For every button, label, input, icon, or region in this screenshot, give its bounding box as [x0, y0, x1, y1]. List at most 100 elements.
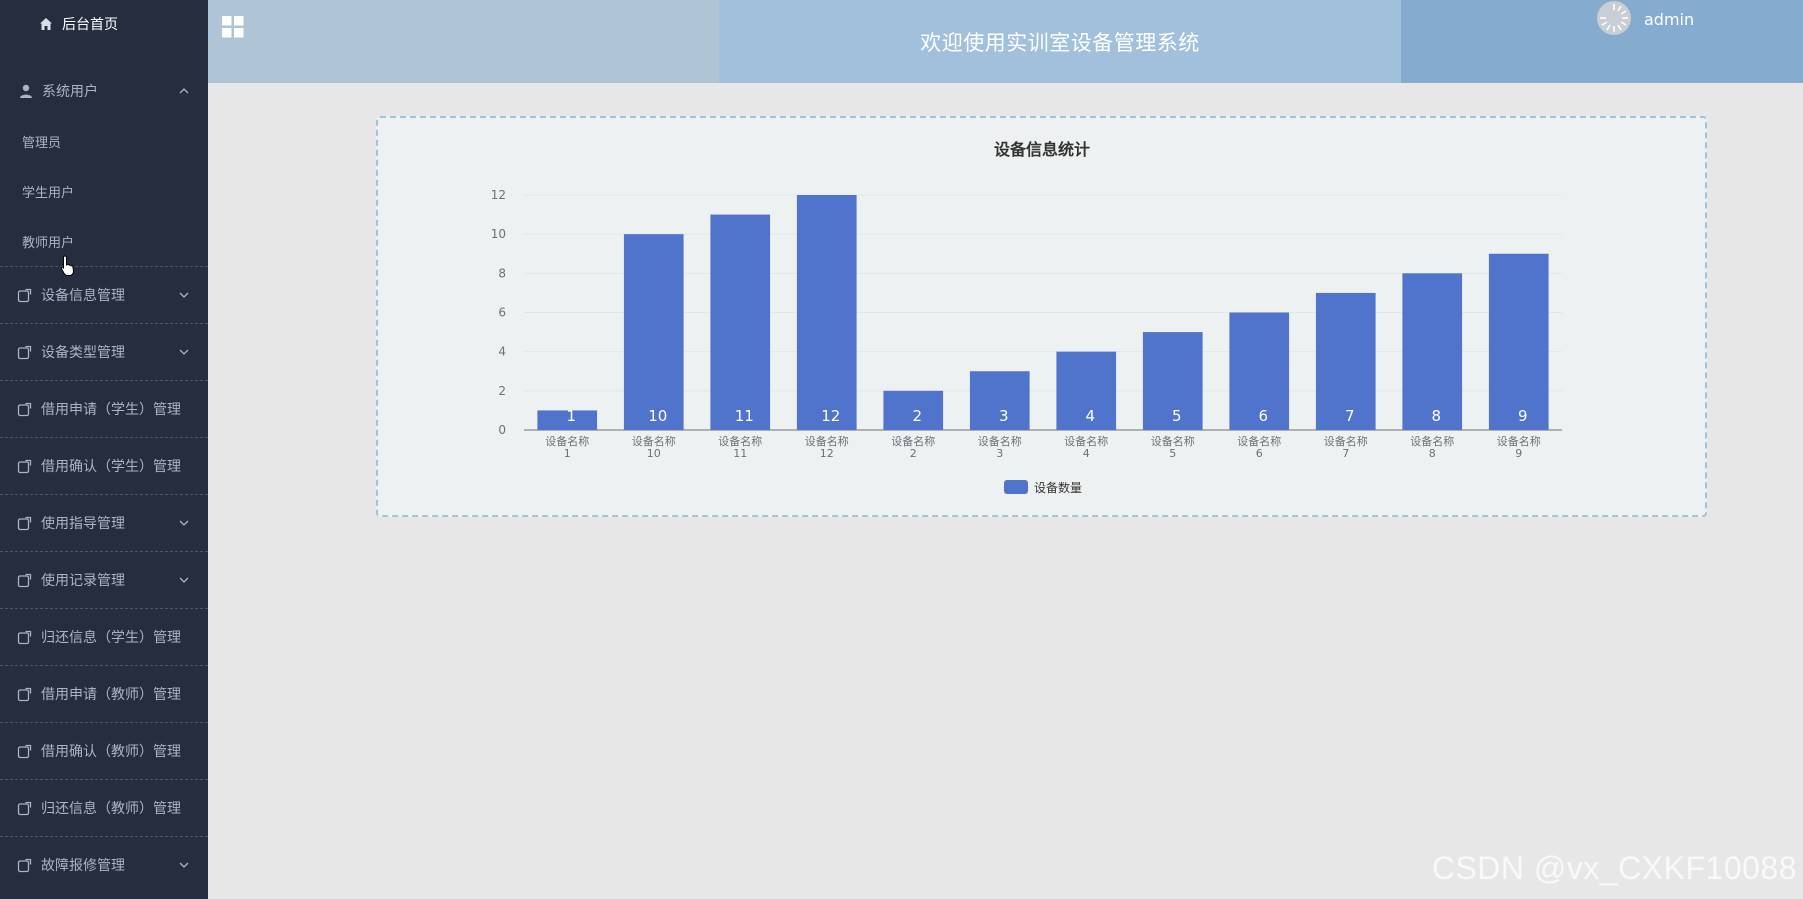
- y-tick-label: 4: [498, 345, 506, 359]
- bar-data-label: 5: [1172, 407, 1182, 425]
- sidebar-item-label: 归还信息（学生）管理: [41, 630, 181, 646]
- x-tick-label: 8: [1429, 447, 1436, 460]
- x-tick-label: 2: [910, 447, 917, 460]
- home-icon: [40, 18, 52, 30]
- sidebar-item-label: 使用记录管理: [41, 573, 125, 589]
- x-tick-label: 设备名称: [1237, 434, 1281, 448]
- sidebar-item-teacher-users[interactable]: 教师用户: [0, 216, 208, 266]
- bar-data-label: 2: [912, 407, 922, 425]
- sidebar-item-label: 归还信息（教师）管理: [41, 801, 181, 817]
- sidebar-item-home[interactable]: 后台首页: [0, 0, 208, 48]
- sidebar-group-label: 系统用户: [42, 84, 98, 100]
- user-icon: [20, 84, 32, 98]
- bar-data-label: 3: [999, 407, 1009, 425]
- x-tick-label: 设备名称: [545, 434, 589, 448]
- x-tick-label: 设备名称: [891, 434, 935, 448]
- legend-label: 设备数量: [1034, 480, 1082, 495]
- sidebar-item-label: 学生用户: [22, 185, 75, 201]
- chevron-up-icon: [179, 88, 189, 94]
- sidebar-item-admin[interactable]: 管理员: [0, 116, 208, 166]
- sidebar-menu-item[interactable]: 借用确认（学生）管理: [0, 437, 208, 494]
- y-tick-label: 12: [491, 188, 506, 202]
- header-left: [208, 0, 719, 83]
- module-icon: [17, 687, 32, 701]
- x-tick-label: 4: [1083, 447, 1090, 460]
- sidebar-menu-item[interactable]: 设备类型管理: [0, 323, 208, 380]
- x-tick-label: 10: [647, 447, 661, 460]
- module-icon: [17, 801, 32, 815]
- avatar[interactable]: [1596, 0, 1632, 36]
- module-icon: [17, 288, 32, 302]
- chevron-down-icon: [179, 349, 189, 355]
- x-tick-label: 设备名称: [805, 434, 849, 448]
- x-tick-label: 设备名称: [718, 434, 762, 448]
- bar: [796, 195, 857, 430]
- x-tick-label: 5: [1169, 447, 1176, 460]
- header-center: 欢迎使用实训室设备管理系统: [719, 0, 1401, 83]
- x-tick-label: 设备名称: [1151, 434, 1195, 448]
- bar-data-label: 7: [1345, 407, 1355, 425]
- sidebar-item-label: 设备类型管理: [41, 345, 125, 361]
- module-icon: [17, 630, 32, 644]
- chart-title: 设备信息统计: [994, 140, 1090, 159]
- bar-data-label: 9: [1518, 407, 1528, 425]
- sidebar-menu-item[interactable]: 借用申请（学生）管理: [0, 380, 208, 437]
- chevron-down-icon: [179, 292, 189, 298]
- y-tick-label: 8: [498, 266, 506, 280]
- sidebar: 后台首页 系统用户 管理员 学生用户 教师用户 设备信息管理 设备类型管理借用申请…: [0, 0, 208, 899]
- module-icon: [17, 573, 32, 587]
- bar: [623, 234, 684, 430]
- bar: [710, 214, 771, 430]
- sidebar-menu-item[interactable]: 借用申请（教师）管理: [0, 665, 208, 722]
- sidebar-menu-item[interactable]: 使用指导管理: [0, 494, 208, 551]
- device-stats-chart: 设备信息统计0246810121设备名称110设备名称1011设备名称1112设…: [491, 140, 1562, 495]
- module-icon: [17, 459, 32, 473]
- legend-swatch: [1004, 480, 1028, 494]
- submenu-system-users: 管理员 学生用户 教师用户: [0, 116, 208, 266]
- sidebar-menu-item[interactable]: 借用确认（教师）管理: [0, 722, 208, 779]
- module-icon: [17, 402, 32, 416]
- x-tick-label: 11: [733, 447, 747, 460]
- y-tick-label: 6: [498, 306, 506, 320]
- x-tick-label: 12: [820, 447, 834, 460]
- sidebar-item-label: 设备信息管理: [41, 288, 125, 304]
- x-tick-label: 设备名称: [632, 434, 676, 448]
- y-tick-label: 10: [491, 227, 506, 241]
- sidebar-item-student-users[interactable]: 学生用户: [0, 166, 208, 216]
- sidebar-item-label: 借用申请（学生）管理: [41, 402, 181, 418]
- sidebar-item-label: 后台首页: [62, 17, 118, 33]
- sidebar-menu-item[interactable]: 故障报修管理: [0, 836, 208, 893]
- module-icon: [17, 345, 32, 359]
- page-title: 欢迎使用实训室设备管理系统: [920, 30, 1200, 55]
- sidebar-item-label: 借用确认（学生）管理: [41, 459, 181, 475]
- sidebar-item-label: 借用确认（教师）管理: [41, 744, 181, 760]
- bar-data-label: 4: [1085, 407, 1095, 425]
- bar-data-label: 10: [648, 407, 667, 425]
- watermark: CSDN @vx_CXKF10088: [1431, 850, 1797, 886]
- x-tick-label: 设备名称: [1064, 434, 1108, 448]
- x-tick-label: 设备名称: [1410, 434, 1454, 448]
- sidebar-menu-item[interactable]: 归还信息（学生）管理: [0, 608, 208, 665]
- chevron-down-icon: [179, 862, 189, 868]
- x-tick-label: 设备名称: [978, 434, 1022, 448]
- chart-card: 设备信息统计 0 2 4 6 8 10 12 1 设备名称 1 10 设备名称 10 11 设备名称 11 12 设…: [376, 116, 1707, 517]
- username[interactable]: admin: [1644, 10, 1694, 29]
- sidebar-menu-item[interactable]: 使用记录管理: [0, 551, 208, 608]
- bar-data-label: 6: [1258, 407, 1268, 425]
- grid-menu-icon[interactable]: [222, 16, 244, 38]
- y-tick-label: 0: [498, 423, 506, 437]
- chevron-down-icon: [179, 577, 189, 583]
- sidebar-item-label: 使用指导管理: [41, 516, 125, 532]
- top-header: 欢迎使用实训室设备管理系统 admin: [208, 0, 1803, 83]
- x-tick-label: 7: [1342, 447, 1349, 460]
- module-icon: [17, 858, 32, 872]
- sidebar-item-label: 借用申请（教师）管理: [41, 687, 181, 703]
- sidebar-menu-item[interactable]: 归还信息（教师）管理: [0, 779, 208, 836]
- module-icon: [17, 516, 32, 530]
- y-tick-label: 2: [498, 384, 506, 398]
- sidebar-menu-item[interactable]: 设备信息管理: [0, 266, 208, 323]
- sidebar-item-label: 故障报修管理: [41, 858, 125, 874]
- x-tick-label: 9: [1515, 447, 1522, 460]
- mouse-pointer-icon: [60, 255, 74, 276]
- sidebar-group-system-users[interactable]: 系统用户: [0, 66, 208, 116]
